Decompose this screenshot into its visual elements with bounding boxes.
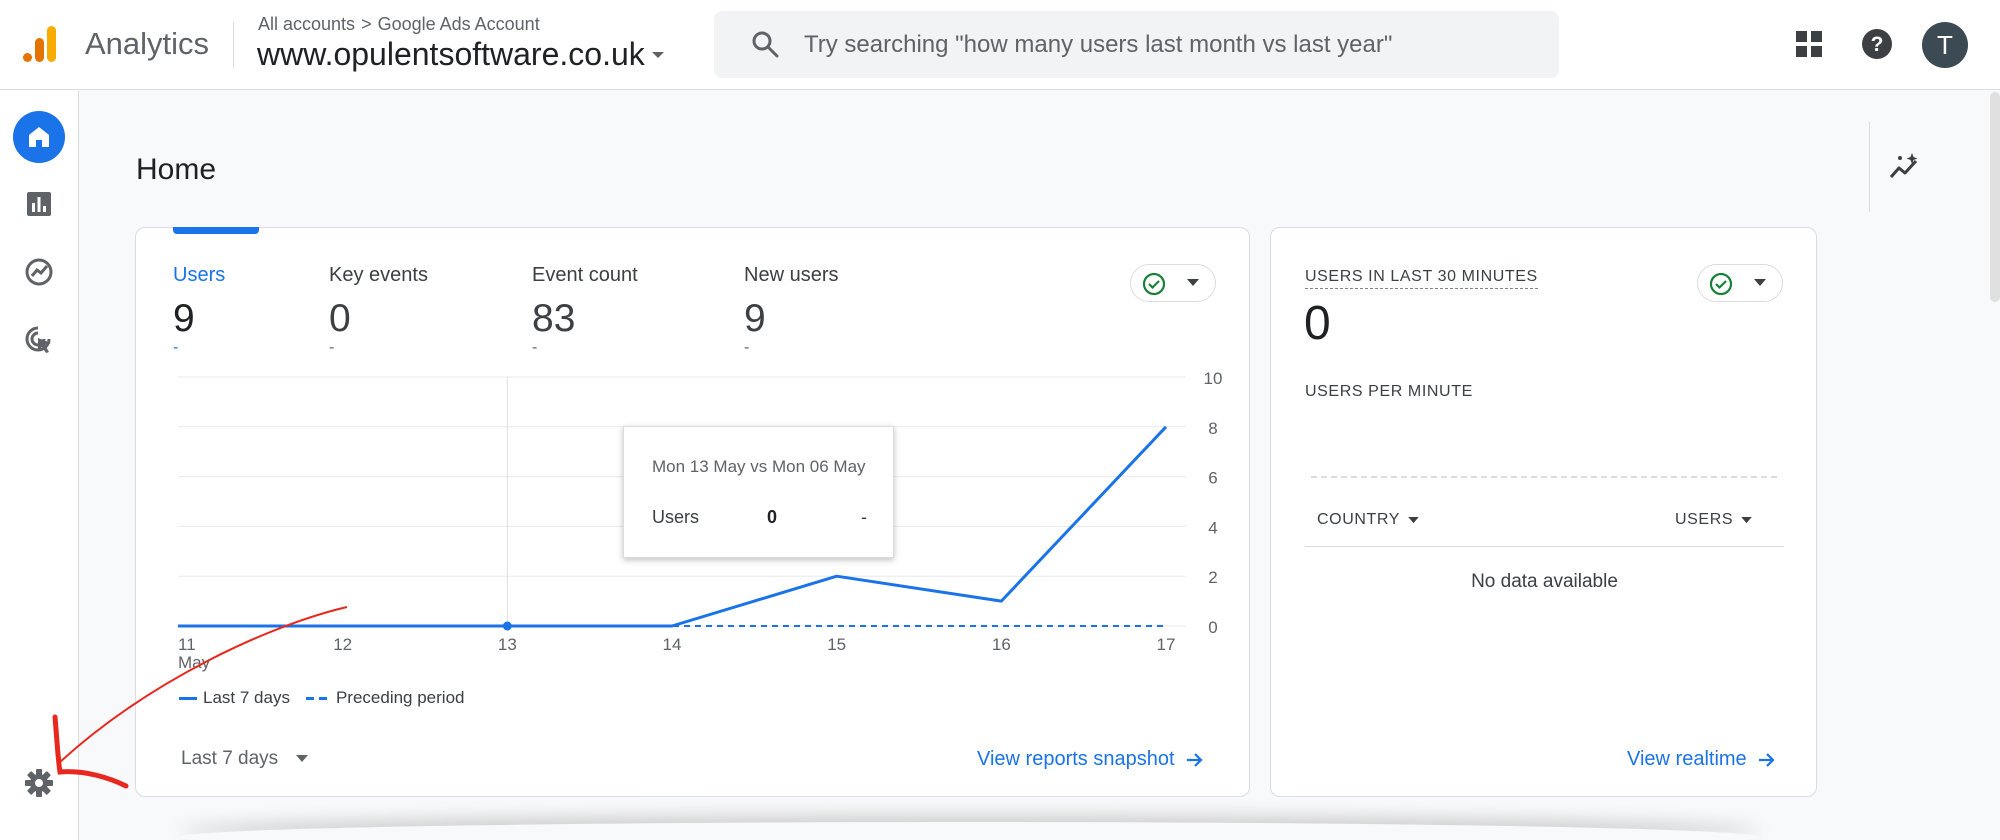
property-selector[interactable]: www.opulentsoftware.co.uk [257, 36, 665, 73]
date-range-selector[interactable]: Last 7 days [181, 748, 309, 770]
breadcrumb-account[interactable]: Google Ads Account [378, 14, 540, 35]
nav-item-advertising[interactable] [13, 314, 65, 366]
x-tick-label: 11 [178, 635, 196, 654]
app-header: Analytics All accounts > Google Ads Acco… [0, 0, 2000, 90]
breadcrumb-root[interactable]: All accounts [258, 14, 355, 35]
users-per-minute-label: USERS PER MINUTE [1305, 383, 1473, 400]
apps-grid-icon[interactable] [1795, 30, 1823, 58]
y-tick-label: 2 [1208, 568, 1217, 587]
y-tick-label: 0 [1208, 618, 1217, 637]
caret-down-icon [651, 51, 664, 58]
y-tick-label: 8 [1208, 419, 1217, 438]
left-navigation [0, 91, 79, 840]
insights-divider [1869, 122, 1870, 212]
realtime-data-quality-button[interactable] [1697, 264, 1783, 302]
legend-dashed-swatch [305, 696, 328, 700]
analytics-logo-icon[interactable] [20, 24, 60, 64]
realtime-users-value: 0 [1304, 297, 1331, 350]
header-divider [233, 22, 234, 68]
caret-down-icon [1754, 279, 1766, 286]
users-column-header[interactable]: USERS [1675, 511, 1752, 529]
caret-down-icon [296, 755, 309, 762]
caret-down-icon [1408, 516, 1419, 523]
tooltip-row-label: Users [652, 507, 700, 527]
x-tick-label: 15 [827, 635, 846, 654]
view-realtime-link[interactable]: View realtime [1627, 748, 1775, 771]
view-reports-snapshot-label: View reports snapshot [977, 748, 1175, 770]
nav-item-reports[interactable] [13, 178, 65, 230]
reports-icon [27, 192, 51, 216]
caret-down-icon [1741, 516, 1752, 523]
x-tick-sublabel: May [178, 653, 211, 672]
breadcrumb-separator: > [361, 14, 372, 34]
x-tick-label: 13 [498, 635, 517, 654]
account-avatar[interactable]: T [1922, 22, 1968, 68]
arrow-right-icon [1758, 752, 1775, 767]
view-reports-snapshot-link[interactable]: View reports snapshot [977, 748, 1203, 771]
app-name: Analytics [85, 26, 210, 61]
realtime-card: USERS IN LAST 30 MINUTES 0 USERS PER MIN… [1270, 227, 1817, 797]
breadcrumb[interactable]: All accounts > Google Ads Account [258, 14, 540, 35]
y-tick-label: 4 [1208, 518, 1217, 537]
chart-tooltip: Mon 13 May vs Mon 06 May Users 0 - [623, 426, 894, 558]
legend-current: Last 7 days [203, 688, 290, 707]
users-per-minute-baseline [1311, 476, 1777, 478]
search-bar[interactable]: Try searching "how many users last month… [714, 11, 1559, 78]
arrow-right-icon [1186, 752, 1203, 767]
gear-icon [25, 769, 53, 797]
page-scrollbar[interactable] [1990, 92, 2000, 302]
tooltip-title: Mon 13 May vs Mon 06 May [652, 457, 866, 476]
search-icon [752, 31, 779, 58]
x-tick-label: 14 [663, 635, 682, 654]
country-column-label: COUNTRY [1317, 511, 1401, 528]
svg-text:?: ? [1871, 33, 1884, 56]
country-column-header[interactable]: COUNTRY [1317, 511, 1419, 529]
insights-icon[interactable] [1888, 150, 1922, 184]
nav-item-explore[interactable] [13, 246, 65, 298]
nav-item-home[interactable] [13, 111, 65, 163]
check-circle-icon [1709, 272, 1733, 296]
view-realtime-label: View realtime [1627, 748, 1747, 770]
x-tick-label: 17 [1157, 635, 1176, 654]
explore-icon [25, 258, 53, 286]
date-range-label: Last 7 days [181, 748, 279, 769]
x-tick-label: 16 [992, 635, 1011, 654]
y-tick-label: 10 [1204, 369, 1223, 388]
property-name: www.opulentsoftware.co.uk [257, 36, 645, 72]
tooltip-row-previous: - [861, 507, 867, 527]
legend-previous: Preceding period [335, 688, 465, 707]
legend-solid-swatch [179, 696, 197, 700]
home-icon [29, 127, 49, 147]
tooltip-row-value: 0 [767, 507, 778, 527]
x-tick-label: 12 [333, 635, 352, 654]
chart-legend: Last 7 days Preceding period [179, 688, 464, 708]
users-column-label: USERS [1675, 511, 1734, 528]
y-tick-label: 6 [1208, 469, 1217, 488]
advertising-icon [25, 326, 51, 353]
no-data-message: No data available [1471, 571, 1618, 592]
next-card-shadow [180, 822, 1760, 840]
help-icon[interactable]: ? [1860, 27, 1894, 61]
highlight-point [502, 621, 512, 631]
overview-card: Users 9 - Key events 0 - Event count 83 … [135, 227, 1250, 797]
page-title: Home [136, 153, 217, 186]
realtime-users-label[interactable]: USERS IN LAST 30 MINUTES [1305, 268, 1538, 289]
nav-item-admin[interactable] [13, 757, 65, 809]
table-header-divider [1305, 546, 1784, 547]
search-input[interactable]: Try searching "how many users last month… [804, 31, 1392, 59]
